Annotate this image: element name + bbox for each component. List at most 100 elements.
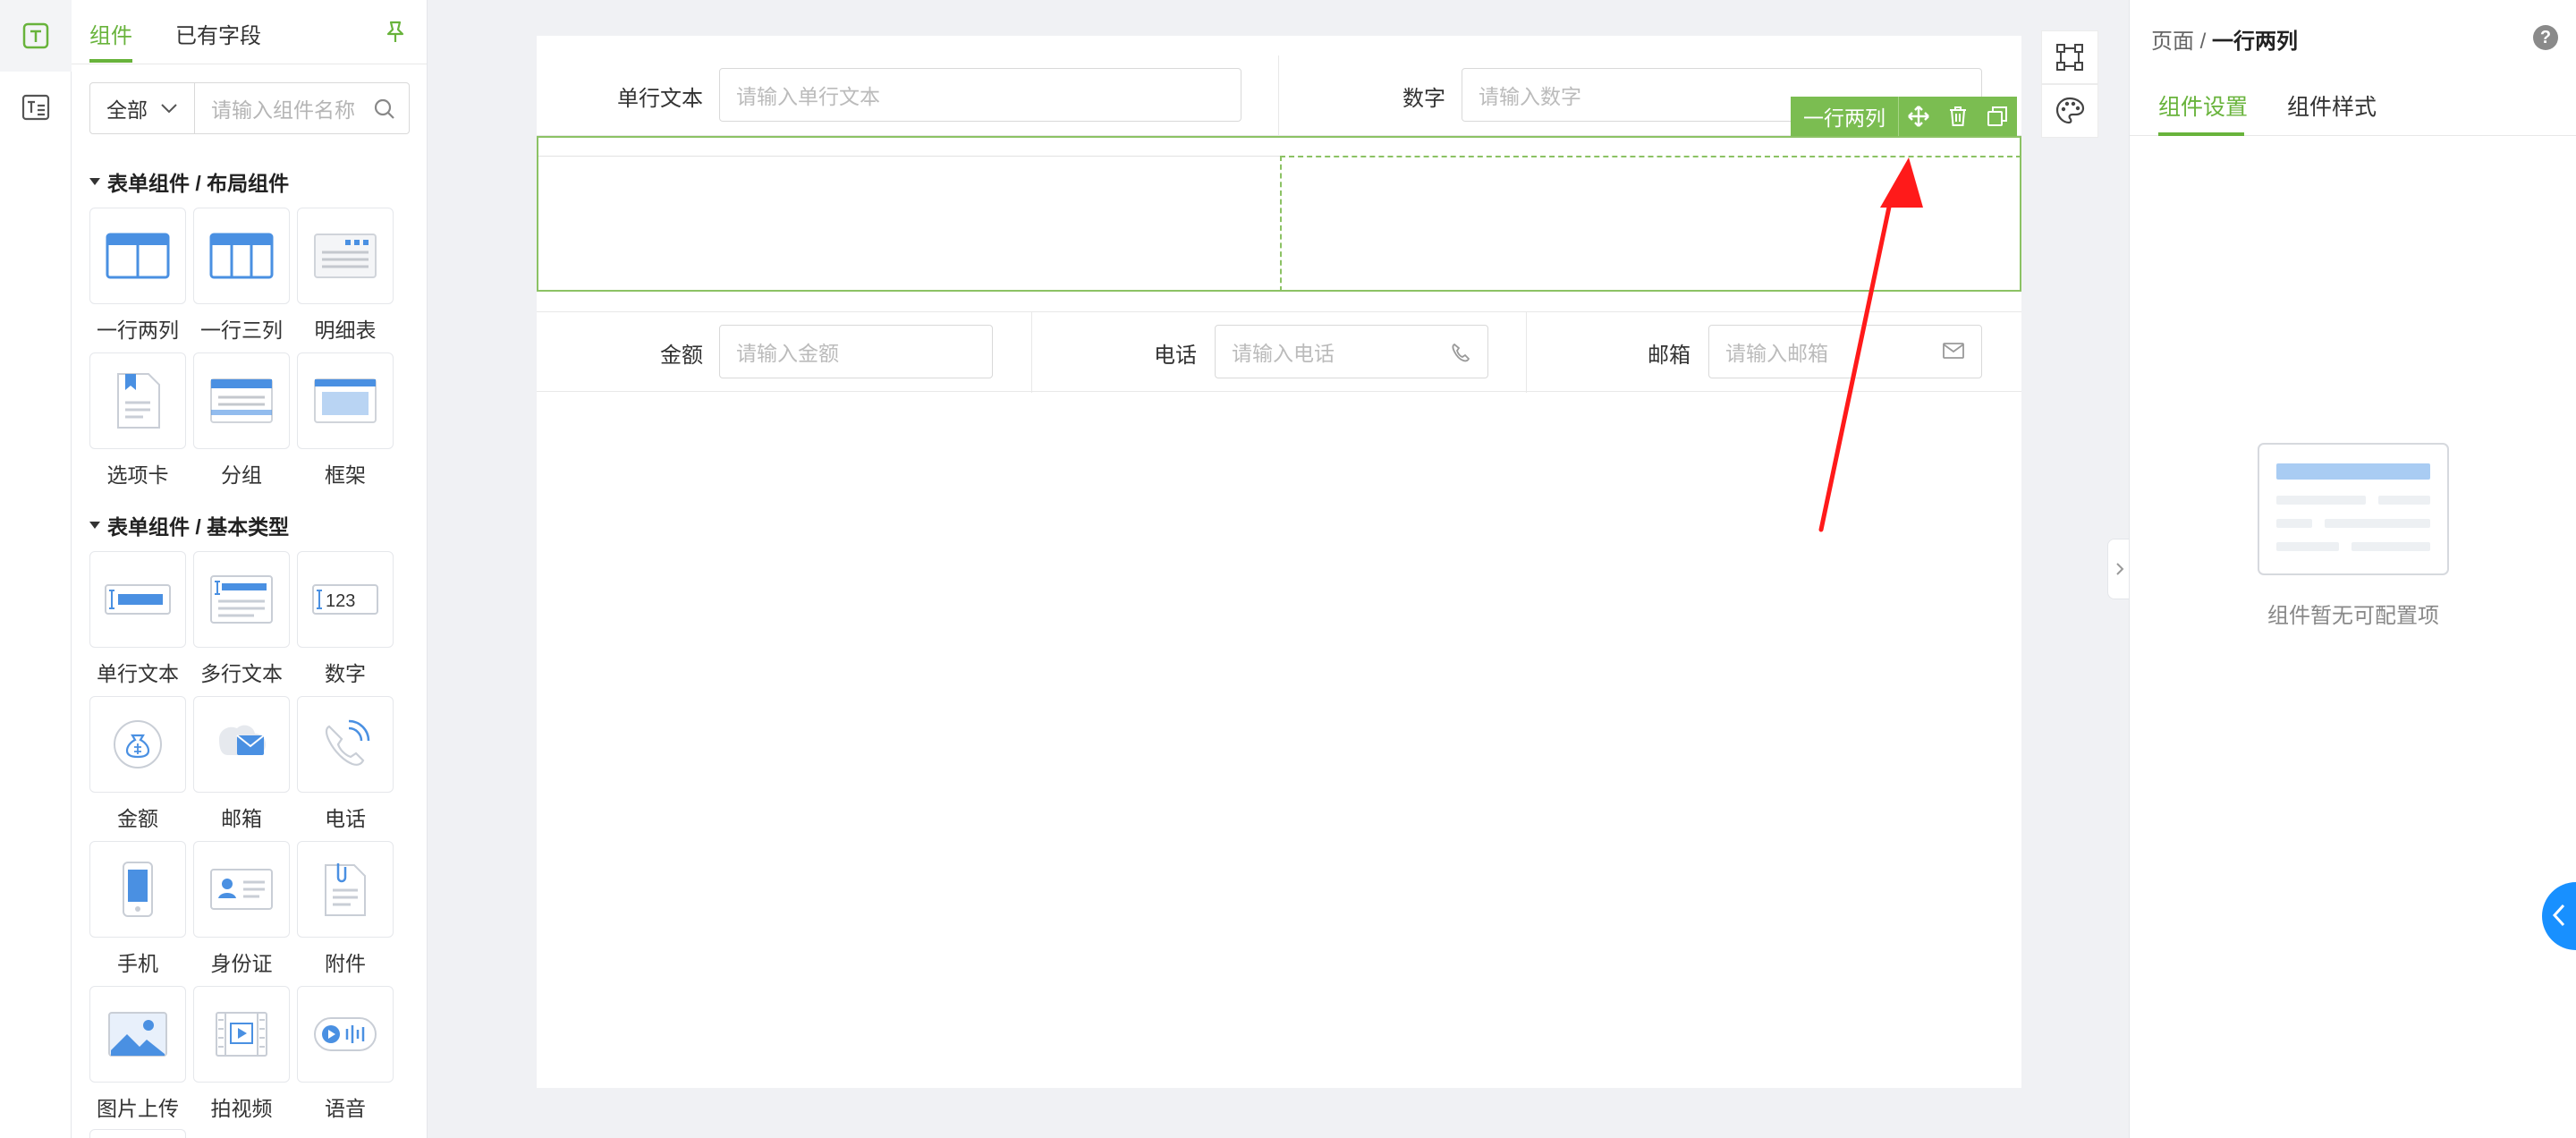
phone-icon [1452,343,1470,362]
tile-label: 邮箱 [221,807,262,830]
help-icon[interactable]: ? [2533,25,2558,50]
component-tile-number[interactable]: 123 [297,551,394,648]
component-tile-single-line-text[interactable] [89,551,186,648]
category-select[interactable]: 全部 [89,82,195,134]
search-icon [374,98,394,119]
tile-label: 选项卡 [106,463,169,487]
voice-icon [314,1017,377,1051]
component-tile-email[interactable] [193,696,290,793]
single-line-text-icon [105,584,171,615]
tabs-icon [117,373,160,429]
tile-label: 身份证 [210,952,273,975]
component-toolbar: 一行两列 [1791,97,2017,136]
tile-label: 图片上传 [97,1097,179,1120]
select-frame-button[interactable] [2041,30,2098,84]
copy-icon [1987,106,2007,126]
properties-panel: 页面 / 一行两列 ? 组件设置 组件样式 组件暂无可配置项 [2129,0,2576,1138]
component-tile-phone[interactable] [297,696,394,793]
component-tile-tabs[interactable] [89,352,186,449]
component-tile-two-columns[interactable] [89,208,186,304]
drop-zone-column-2[interactable] [1280,156,2021,292]
active-tab-indicator [89,59,132,63]
form-row-three-columns[interactable]: 金额 请输入金额 电话 请输入电话 邮箱 请输入邮箱 [537,311,2021,393]
tile-label: 单行文本 [97,662,179,685]
tab-components[interactable]: 组件 [89,18,132,49]
id-card-icon [210,869,273,910]
pin-icon[interactable] [384,20,407,45]
mail-icon [1943,343,1964,359]
frame-icon [314,378,377,423]
component-tile-video[interactable] [193,986,290,1083]
selected-two-column-component[interactable] [537,136,2021,292]
move-icon [1908,106,1929,127]
tile-label: 一行两列 [97,318,179,342]
form-canvas: 单行文本 请输入单行文本 数字 请输入数字 一行两列 金额 请输入金额 电话 请… [537,36,2021,1088]
tab-existing-fields[interactable]: 已有字段 [175,18,261,49]
panel-tabs: 组件 已有字段 [72,0,427,64]
component-tile-image-upload[interactable] [89,986,186,1083]
section-title: 表单组件 / 基本类型 [107,515,290,539]
breadcrumb-root[interactable]: 页面 [2151,30,2194,54]
move-button[interactable] [1899,97,1938,136]
three-column-layout-icon [209,233,274,279]
multi-line-text-icon [210,575,273,624]
component-tile-frame[interactable] [297,352,394,449]
outline-tree-button[interactable] [0,72,72,143]
input-placeholder: 请输入数字 [1479,85,1581,108]
collapse-right-panel-button[interactable] [2107,539,2131,599]
tile-label: 语音 [325,1097,366,1120]
active-tab-indicator [2158,132,2244,136]
tile-label: 数字 [325,662,366,685]
text-component-icon [22,22,49,49]
component-tile-partial[interactable] [89,1129,186,1138]
caret-down-icon [89,522,100,529]
column-top-border [538,156,1280,157]
component-tile-voice[interactable] [297,986,394,1083]
component-tile-group[interactable] [193,352,290,449]
text-list-icon [21,94,50,121]
tab-component-settings[interactable]: 组件设置 [2158,89,2248,122]
component-tile-multi-line-text[interactable] [193,551,290,648]
icon-rail [0,0,72,1138]
column-divider [1526,312,1527,393]
component-library-button[interactable] [0,0,72,72]
section-layout-components[interactable]: 表单组件 / 布局组件 [89,166,289,197]
component-tile-three-columns[interactable] [193,208,290,304]
tile-label: 一行三列 [200,318,283,342]
section-basic-components[interactable]: 表单组件 / 基本类型 [89,510,289,540]
tile-label: 明细表 [314,318,377,342]
tile-label: 附件 [325,952,366,975]
palette-icon [2055,97,2085,124]
field-label: 单行文本 [617,87,703,111]
component-tile-attachment[interactable] [297,841,394,938]
toolbar-component-name: 一行两列 [1791,97,1899,136]
field-label: 邮箱 [1648,344,1690,368]
empty-state-message: 组件暂无可配置项 [2267,604,2439,628]
single-line-text-input[interactable]: 请输入单行文本 [719,68,1241,122]
delete-button[interactable] [1938,97,1978,136]
number-icon-text: 123 [326,591,355,611]
chevron-left-icon [2552,904,2565,927]
input-placeholder: 请输入单行文本 [736,85,880,108]
component-search-row: 全部 请输入组件名称 [89,82,410,134]
component-tile-id-card[interactable] [193,841,290,938]
number-input-icon: 123 [312,584,378,615]
tile-label: 电话 [325,807,366,830]
money-bag-icon [114,720,162,769]
field-label: 金额 [660,344,703,368]
component-tile-mobile[interactable] [89,841,186,938]
component-tile-detail-table[interactable] [297,208,394,304]
component-tile-amount[interactable] [89,696,186,793]
theme-button[interactable] [2041,84,2098,138]
copy-button[interactable] [1978,97,2017,136]
tab-component-style[interactable]: 组件样式 [2287,89,2377,122]
email-input[interactable]: 请输入邮箱 [1708,325,1982,378]
properties-tabs: 组件设置 组件样式 [2130,70,2576,136]
detail-table-icon [314,234,377,278]
field-label: 数字 [1402,87,1445,111]
amount-input[interactable]: 请输入金额 [719,325,993,378]
image-icon [108,1012,167,1057]
phone-input[interactable]: 请输入电话 [1215,325,1488,378]
component-search-input[interactable]: 请输入组件名称 [195,82,410,134]
caret-down-icon [89,178,100,185]
